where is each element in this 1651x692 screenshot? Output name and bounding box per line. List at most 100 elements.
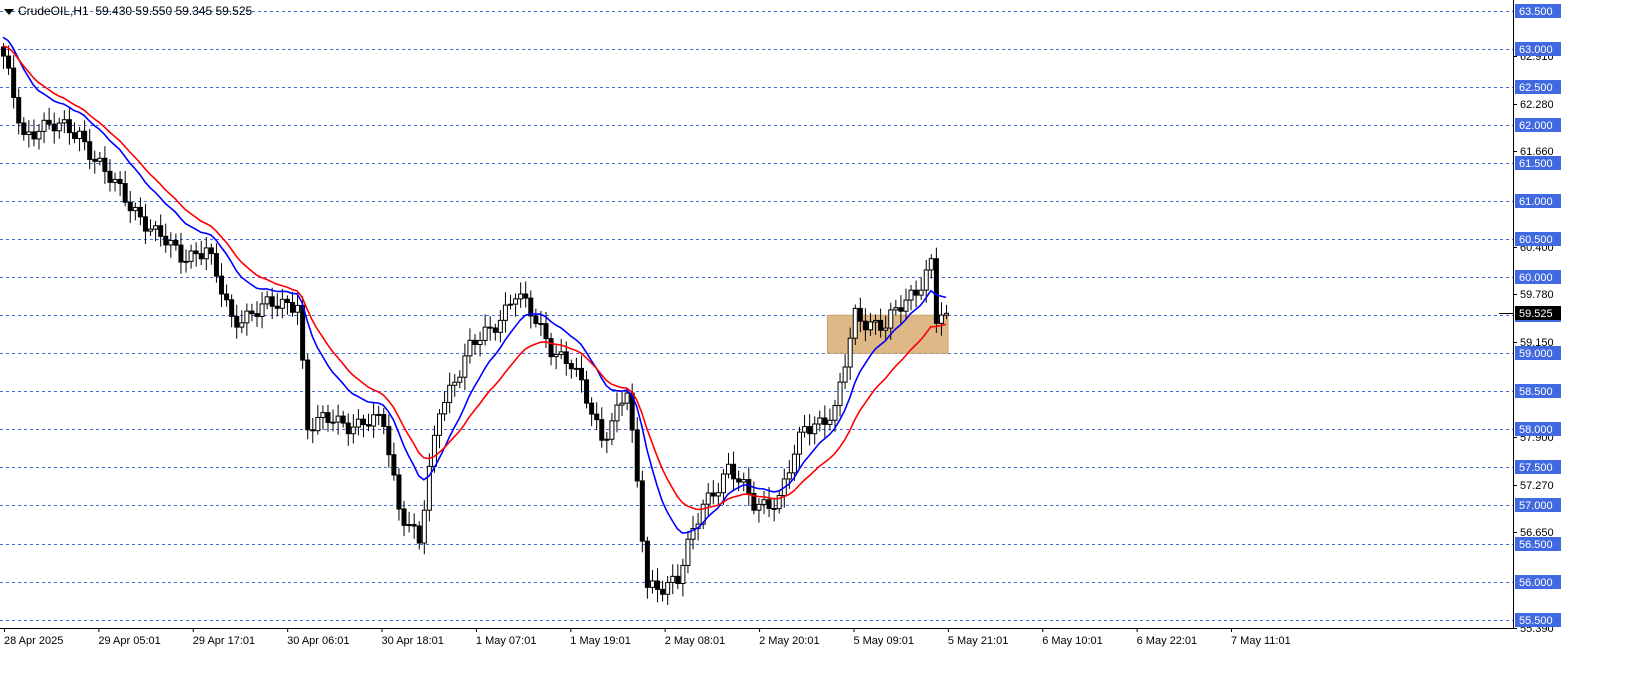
candle-bullish — [624, 392, 630, 404]
candle-bearish — [492, 327, 498, 333]
chevron-down-icon[interactable] — [4, 8, 14, 15]
scale-label: 57.270 — [1520, 480, 1554, 492]
ohlc-values: 59.430 59.550 59.345 59.525 — [95, 4, 253, 18]
price-chart[interactable]: 62.91062.28061.66060.40059.78059.15057.9… — [0, 0, 1651, 687]
level-label: 61.000 — [1519, 196, 1553, 208]
candle-bearish — [639, 480, 645, 542]
candle-bearish — [391, 454, 397, 476]
candle-bearish — [878, 319, 884, 331]
level-label: 60.000 — [1519, 272, 1553, 284]
candle-bearish — [822, 417, 828, 425]
candle-bullish — [112, 178, 118, 183]
candle-bullish — [376, 413, 382, 416]
time-label: 29 Apr 17:01 — [193, 635, 255, 647]
candle-bearish — [710, 492, 716, 497]
candle-bearish — [771, 508, 777, 511]
candle-bearish — [528, 297, 534, 317]
candle-bearish — [21, 122, 27, 136]
candle-bearish — [284, 298, 290, 303]
support-zone — [826, 314, 949, 354]
candle-bearish — [107, 170, 113, 183]
level-label: 56.000 — [1519, 577, 1553, 589]
candle-bearish — [807, 426, 813, 435]
candle-bullish — [786, 472, 792, 480]
candle-bullish — [513, 298, 519, 305]
candle-bearish — [92, 158, 98, 162]
candle-bullish — [431, 434, 437, 467]
candle-bullish — [259, 303, 265, 317]
candle-bullish — [852, 307, 858, 339]
level-label: 56.500 — [1519, 539, 1553, 551]
candle-bullish — [457, 376, 463, 383]
candle-bullish — [614, 404, 620, 422]
candle-bearish — [46, 119, 52, 125]
candle-bullish — [761, 499, 767, 505]
candle-bearish — [898, 307, 904, 312]
candle-bullish — [97, 157, 103, 162]
candle-bullish — [183, 260, 189, 263]
candle-bearish — [543, 323, 549, 340]
candle-bearish — [163, 235, 169, 246]
candle-bearish — [589, 402, 595, 415]
candle-bearish — [16, 96, 22, 124]
candle-bullish — [847, 337, 853, 368]
candle-bearish — [862, 320, 868, 331]
level-label: 57.000 — [1519, 500, 1553, 512]
candle-bearish — [487, 326, 493, 329]
candle-bearish — [345, 422, 351, 435]
candle-bullish — [77, 130, 83, 139]
candle-bullish — [817, 417, 823, 425]
candle-bearish — [568, 362, 574, 370]
time-label: 6 May 22:01 — [1137, 635, 1198, 647]
candle-bullish — [406, 524, 412, 527]
candle-bullish — [832, 405, 838, 421]
time-label: 1 May 19:01 — [570, 635, 631, 647]
candle-bearish — [472, 339, 478, 345]
candle-bearish — [857, 307, 863, 322]
level-label: 61.500 — [1519, 158, 1553, 170]
chart-area[interactable]: 62.910 62.280 61.660 60.400 59.780 59.150 57.9… — [0, 0, 1651, 687]
candle-bullish — [928, 258, 934, 271]
candle-bearish — [655, 580, 661, 590]
candle-bullish — [670, 575, 676, 583]
level-label: 63.500 — [1519, 6, 1553, 18]
candle-bullish — [330, 421, 336, 424]
candle-bearish — [548, 338, 554, 358]
candle-bullish — [741, 479, 747, 483]
candle-bearish — [381, 413, 387, 428]
candle-bearish — [51, 123, 57, 132]
candle-bearish — [325, 412, 331, 423]
candle-bearish — [208, 247, 214, 255]
candle-bullish — [132, 206, 138, 212]
candle-bullish — [873, 319, 879, 323]
candle-bearish — [411, 524, 417, 527]
candle-bearish — [142, 216, 148, 232]
candle-bullish — [553, 353, 559, 358]
candle-bullish — [335, 415, 341, 423]
candle-bearish — [82, 130, 88, 143]
candle-bearish — [523, 293, 529, 299]
candle-bullish — [619, 402, 625, 406]
candle-bullish — [355, 418, 361, 428]
candle-bullish — [791, 453, 797, 474]
candle-bullish — [680, 564, 686, 585]
candle-bearish — [305, 359, 311, 431]
candle-bullish — [685, 538, 691, 566]
candle-bearish — [137, 206, 143, 218]
chart-header: CrudeOIL,H1 59.430 59.550 59.345 59.525 — [4, 4, 252, 18]
candle-bullish — [812, 423, 818, 435]
zone-rect — [826, 314, 949, 354]
candle-bearish — [533, 315, 539, 324]
candle-bullish — [153, 225, 159, 230]
candle-bearish — [731, 463, 737, 480]
time-label: 2 May 20:01 — [759, 635, 820, 647]
candle-bearish — [213, 253, 219, 277]
candle-bearish — [1, 46, 6, 57]
candle-bullish — [61, 119, 67, 124]
candle-bullish — [665, 581, 671, 595]
candle-bearish — [340, 415, 346, 424]
candle-bearish — [310, 429, 316, 432]
candle-bullish — [482, 326, 488, 341]
candle-bullish — [279, 298, 285, 309]
current-price-label: 59.525 — [1519, 308, 1553, 320]
